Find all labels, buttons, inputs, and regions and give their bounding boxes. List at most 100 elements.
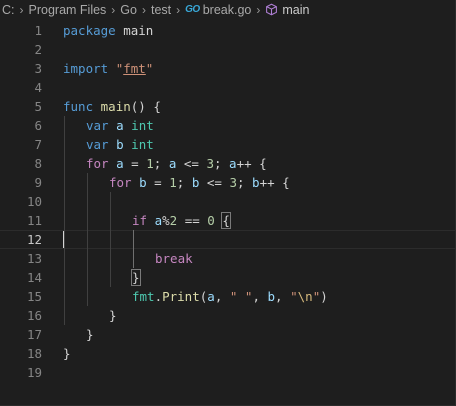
code-token: } <box>63 346 71 361</box>
code-token: == <box>177 213 208 228</box>
code-token: package <box>63 23 116 38</box>
line-number: 17 <box>26 327 42 342</box>
breadcrumb-item-symbol[interactable]: main <box>282 3 309 17</box>
line-number: 12 <box>26 232 42 247</box>
code-text: func main() { <box>63 97 161 116</box>
code-token: ++ { <box>259 175 290 190</box>
symbol-method-icon <box>266 3 278 16</box>
indent-guide <box>87 173 88 306</box>
chevron-right-icon: › <box>176 2 181 17</box>
chevron-right-icon: › <box>111 2 116 17</box>
code-token: ; <box>213 156 230 171</box>
code-token: for <box>86 156 109 171</box>
code-token: fmt <box>132 289 155 304</box>
code-token: , <box>252 289 268 304</box>
code-line[interactable]: 7 var b int <box>0 135 455 154</box>
code-token: 3 <box>206 156 214 171</box>
breadcrumb-item-go[interactable]: Go <box>120 3 137 17</box>
code-token: int <box>131 118 154 133</box>
code-token: a <box>116 118 124 133</box>
code-line[interactable]: 16} <box>0 306 455 325</box>
code-token: ; <box>176 175 192 190</box>
code-line[interactable]: 2 <box>0 40 455 59</box>
code-line[interactable]: 5 func main() { <box>0 97 455 116</box>
code-token: a <box>207 289 215 304</box>
breadcrumb-item-test[interactable]: test <box>151 3 171 17</box>
line-number: 2 <box>34 42 42 57</box>
code-token: import <box>63 61 109 76</box>
line-number: 6 <box>34 118 42 133</box>
code-token: main <box>123 23 154 38</box>
breadcrumb-item-program-files[interactable]: Program Files <box>29 3 107 17</box>
code-line[interactable]: 4 <box>0 78 455 97</box>
line-number: 7 <box>34 137 42 152</box>
code-line[interactable]: 3 import "fmt" <box>0 59 455 78</box>
line-number: 5 <box>34 99 42 114</box>
line-number: 10 <box>26 194 42 209</box>
code-line[interactable]: 11 if a%2 == 0 { <box>0 211 455 230</box>
code-token: = <box>146 175 170 190</box>
code-token: b <box>139 175 147 190</box>
code-token: 1 <box>146 156 154 171</box>
code-line[interactable]: 17} <box>0 325 455 344</box>
code-token: ; <box>236 175 253 190</box>
code-token: break <box>155 251 193 266</box>
code-line[interactable]: 13 break <box>0 249 455 268</box>
code-token: main <box>100 99 131 114</box>
code-line[interactable]: 10 <box>0 192 455 211</box>
line-number: 14 <box>26 270 42 285</box>
code-text: var a int <box>86 116 154 135</box>
breadcrumb-item-file[interactable]: break.go <box>203 3 252 17</box>
code-token: % <box>162 213 170 228</box>
code-token: b <box>252 175 260 190</box>
code-token: var <box>86 137 109 152</box>
editor-text-area[interactable]: 1 package main 2 3 import "fmt" 4 5 func main()… <box>0 19 455 405</box>
line-number: 19 <box>26 365 42 380</box>
code-line[interactable]: 18} <box>0 344 455 363</box>
code-token: } <box>109 308 117 323</box>
code-token: a <box>116 156 124 171</box>
code-token: = <box>123 156 147 171</box>
code-line[interactable]: 9 for b = 1; b <= 3; b++ { <box>0 173 455 192</box>
code-text: package main <box>63 21 153 40</box>
line-number: 1 <box>34 23 42 38</box>
line-number: 9 <box>34 175 42 190</box>
code-token: , <box>275 289 291 304</box>
indent-guide <box>133 230 134 268</box>
code-text: for b = 1; b <= 3; b++ { <box>109 173 290 192</box>
line-number: 11 <box>26 213 42 228</box>
code-line[interactable]: 15 fmt.Print(a, " ", b, "\n") <box>0 287 455 306</box>
code-line[interactable]: 6 var a int <box>0 116 455 135</box>
indent-guide <box>64 116 65 325</box>
code-token: \n <box>297 289 313 304</box>
code-token: Print <box>162 289 200 304</box>
code-line[interactable]: 1 package main <box>0 21 455 40</box>
code-line[interactable]: 8 for a = 1; a <= 3; a++ { <box>0 154 455 173</box>
line-number: 3 <box>34 61 42 76</box>
code-token: int <box>131 137 154 152</box>
code-text: } <box>86 325 94 344</box>
line-number: 15 <box>26 289 42 304</box>
code-token: } <box>131 269 141 286</box>
code-text: break <box>155 249 193 268</box>
code-token: for <box>109 175 132 190</box>
code-line[interactable]: 19 <box>0 363 455 382</box>
breadcrumb-item-drive[interactable]: C: <box>2 3 15 17</box>
code-text: import "fmt" <box>63 59 153 78</box>
line-number: 8 <box>34 156 42 171</box>
code-token: " <box>290 289 298 304</box>
chevron-right-icon: › <box>19 2 24 17</box>
code-token: 1 <box>169 175 177 190</box>
code-text: for a = 1; a <= 3; a++ { <box>86 154 267 173</box>
code-token: , <box>214 289 230 304</box>
code-token: 0 <box>207 213 215 228</box>
line-number: 13 <box>26 251 42 266</box>
code-line[interactable]: 12 <box>0 230 455 249</box>
code-line[interactable]: 14} <box>0 268 455 287</box>
code-token: { <box>221 212 231 229</box>
code-token: } <box>86 327 94 342</box>
